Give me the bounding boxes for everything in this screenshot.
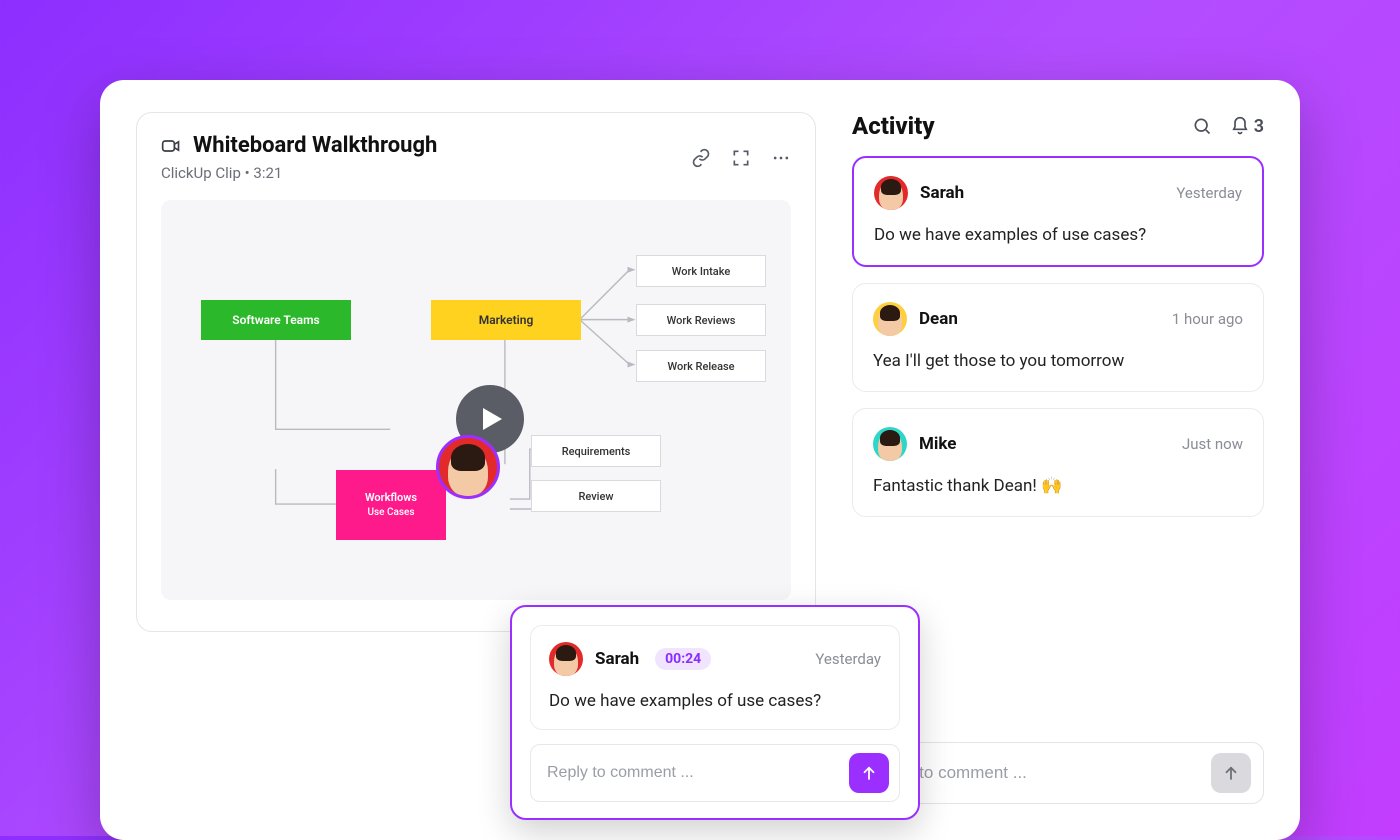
comment-avatar: [874, 176, 908, 210]
presenter-avatar[interactable]: [436, 435, 500, 499]
expand-icon[interactable]: [731, 148, 751, 168]
notification-count: 3: [1254, 116, 1264, 137]
popup-avatar: [549, 642, 583, 676]
arrow-up-icon: [1222, 764, 1240, 782]
inline-comment-popup: Sarah 00:24 Yesterday Do we have example…: [510, 605, 920, 820]
popup-reply-input[interactable]: [547, 764, 849, 782]
node-marketing[interactable]: Marketing: [431, 300, 581, 340]
activity-header: Activity 3: [852, 112, 1264, 140]
comment-author: Mike: [919, 434, 956, 454]
node-review[interactable]: Review: [531, 480, 661, 512]
bell-icon: [1230, 116, 1250, 136]
comment-time: Just now: [1182, 435, 1243, 453]
node-work-reviews[interactable]: Work Reviews: [636, 304, 766, 336]
node-workflows-sub: Use Cases: [367, 506, 414, 519]
activity-comment-list: Sarah Yesterday Do we have examples of u…: [852, 156, 1264, 517]
popup-author: Sarah: [595, 649, 639, 669]
app-card: Whiteboard Walkthrough ClickUp Clip • 3:…: [100, 80, 1300, 840]
comment-avatar: [873, 302, 907, 336]
popup-send-button[interactable]: [849, 753, 889, 793]
popup-comment-card: Sarah 00:24 Yesterday Do we have example…: [530, 625, 900, 730]
popup-comment-body: Do we have examples of use cases?: [549, 690, 881, 713]
clip-header: Whiteboard Walkthrough ClickUp Clip • 3:…: [161, 133, 791, 182]
activity-comment[interactable]: Mike Just now Fantastic thank Dean! 🙌: [852, 408, 1264, 517]
search-icon[interactable]: [1192, 116, 1212, 136]
comment-body: Yea I'll get those to you tomorrow: [873, 350, 1243, 373]
activity-reply-input[interactable]: [871, 763, 1211, 783]
node-software-teams[interactable]: Software Teams: [201, 300, 351, 340]
activity-title: Activity: [852, 112, 935, 140]
arrow-up-icon: [860, 764, 878, 782]
comment-body: Fantastic thank Dean! 🙌: [873, 475, 1243, 498]
activity-comment[interactable]: Dean 1 hour ago Yea I'll get those to yo…: [852, 283, 1264, 392]
clip-source: ClickUp Clip: [161, 164, 241, 182]
activity-comment[interactable]: Sarah Yesterday Do we have examples of u…: [852, 156, 1264, 267]
notifications-button[interactable]: 3: [1230, 116, 1264, 137]
activity-send-button[interactable]: [1211, 753, 1251, 793]
popup-timestamp-badge[interactable]: 00:24: [655, 648, 711, 670]
play-icon: [480, 406, 504, 432]
clip-actions: [691, 148, 791, 168]
video-icon: [161, 136, 181, 156]
link-icon[interactable]: [691, 148, 711, 168]
popup-reply-row: [530, 744, 900, 802]
comment-avatar: [873, 427, 907, 461]
node-work-release[interactable]: Work Release: [636, 350, 766, 382]
clip-subtitle: ClickUp Clip • 3:21: [161, 164, 437, 182]
clip-title: Whiteboard Walkthrough: [193, 133, 437, 158]
node-requirements[interactable]: Requirements: [531, 435, 661, 467]
popup-relative-time: Yesterday: [815, 650, 881, 668]
node-workflows[interactable]: Workflows Use Cases: [336, 470, 446, 540]
whiteboard-canvas[interactable]: Software Teams Marketing Workflows Use C…: [161, 200, 791, 600]
node-work-intake[interactable]: Work Intake: [636, 255, 766, 287]
comment-author: Sarah: [920, 183, 964, 203]
node-workflows-title: Workflows: [365, 491, 417, 505]
comment-body: Do we have examples of use cases?: [874, 224, 1242, 247]
comment-time: 1 hour ago: [1172, 310, 1243, 328]
clip-duration: 3:21: [253, 164, 282, 182]
more-icon[interactable]: [771, 148, 791, 168]
comment-time: Yesterday: [1176, 184, 1242, 202]
clip-panel: Whiteboard Walkthrough ClickUp Clip • 3:…: [136, 112, 816, 632]
comment-author: Dean: [919, 309, 958, 329]
